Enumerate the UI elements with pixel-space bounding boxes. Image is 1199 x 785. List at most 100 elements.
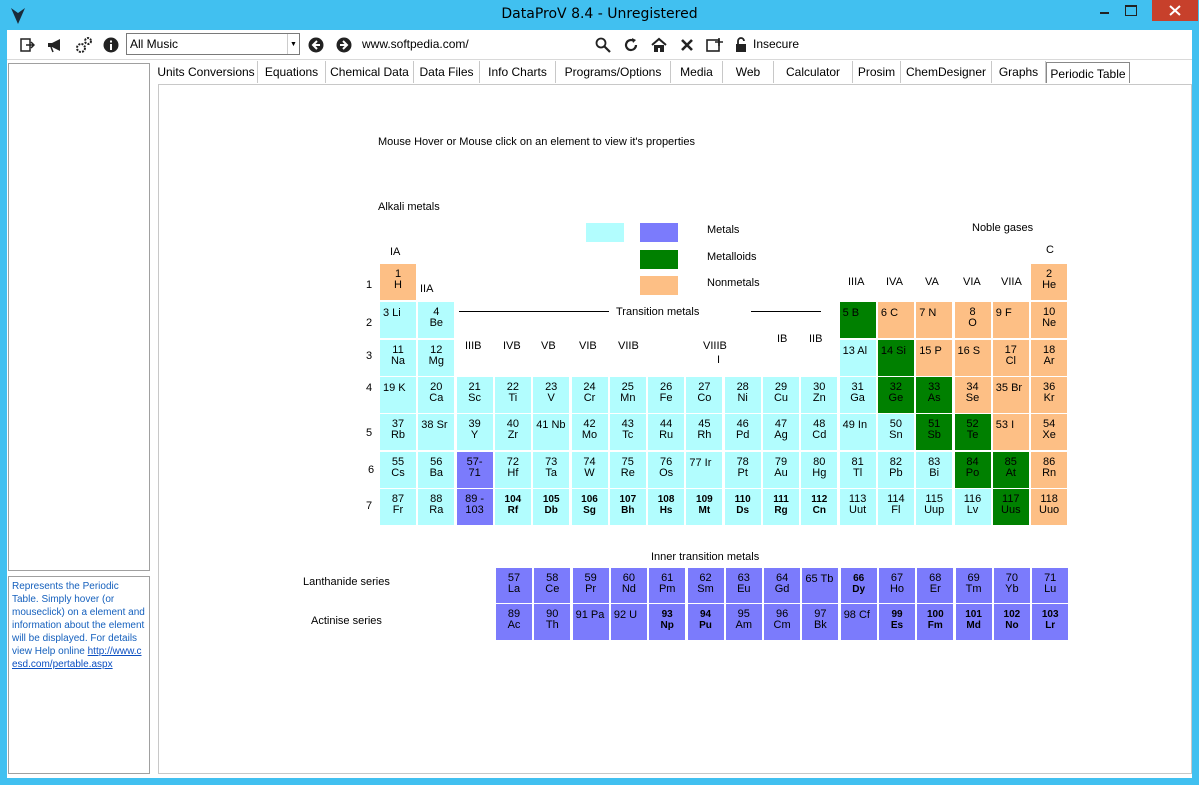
element-cell[interactable]: 49 In xyxy=(838,413,877,451)
element-cell[interactable]: 109 Mt xyxy=(685,488,724,526)
settings-gears-icon[interactable] xyxy=(74,35,94,55)
series-element-cell[interactable]: 63 Eu xyxy=(724,567,763,605)
element-cell[interactable]: 5 B xyxy=(838,301,877,339)
element-cell[interactable]: 108 Hs xyxy=(647,488,686,526)
series-element-cell[interactable]: 102 No xyxy=(992,603,1031,641)
element-cell[interactable]: 85 At xyxy=(991,451,1030,489)
tab-info-charts[interactable]: Info Charts xyxy=(480,61,556,83)
series-element-cell[interactable]: 66 Dy xyxy=(839,567,878,605)
element-cell[interactable]: 13 Al xyxy=(838,339,877,377)
element-cell[interactable]: 79 Au xyxy=(762,451,800,489)
close-window-button[interactable] xyxy=(1152,0,1198,21)
element-cell[interactable]: 117 Uus xyxy=(991,488,1030,526)
element-cell[interactable]: 41 Nb xyxy=(532,413,571,451)
element-cell[interactable]: 19 K xyxy=(379,376,417,414)
element-cell[interactable]: 3 Li xyxy=(379,301,417,339)
minimize-button[interactable] xyxy=(1090,0,1117,21)
element-cell[interactable]: 88 Ra xyxy=(417,488,456,526)
element-cell[interactable]: 36 Kr xyxy=(1030,376,1069,414)
element-cell[interactable]: 7 N xyxy=(915,301,954,339)
element-cell[interactable]: 28 Ni xyxy=(723,376,762,414)
element-cell[interactable]: 54 Xe xyxy=(1030,413,1069,451)
series-element-cell[interactable]: 59 Pr xyxy=(571,567,610,605)
element-cell[interactable]: 82 Pb xyxy=(876,451,915,489)
tab-chemical-data[interactable]: Chemical Data xyxy=(326,61,414,83)
element-cell[interactable]: 106 Sg xyxy=(570,488,609,526)
element-cell[interactable]: 4 Be xyxy=(417,301,456,339)
element-cell[interactable]: 34 Se xyxy=(953,376,992,414)
series-element-cell[interactable]: 92 U xyxy=(609,603,648,641)
element-cell[interactable]: 118 Uuo xyxy=(1030,488,1069,526)
series-element-cell[interactable]: 89 Ac xyxy=(495,603,533,641)
element-cell[interactable]: 83 Bi xyxy=(915,451,954,489)
element-cell[interactable]: 48 Cd xyxy=(800,413,839,451)
element-cell[interactable]: 30 Zn xyxy=(800,376,839,414)
element-cell[interactable]: 104 Rf xyxy=(493,488,532,526)
tab-web[interactable]: Web xyxy=(723,61,774,83)
element-cell[interactable]: 22 Ti xyxy=(493,376,532,414)
element-cell[interactable]: 23 V xyxy=(532,376,571,414)
element-cell[interactable]: 2 He xyxy=(1030,263,1069,301)
tab-graphs[interactable]: Graphs xyxy=(992,61,1046,83)
series-element-cell[interactable]: 62 Sm xyxy=(686,567,725,605)
series-element-cell[interactable]: 103 Lr xyxy=(1031,603,1070,641)
element-cell[interactable]: 35 Br xyxy=(991,376,1030,414)
maximize-button[interactable] xyxy=(1117,0,1144,21)
element-cell[interactable]: 40 Zr xyxy=(493,413,532,451)
tab-chemdesigner[interactable]: ChemDesigner xyxy=(901,61,992,83)
series-element-cell[interactable]: 68 Er xyxy=(916,567,955,605)
series-element-cell[interactable]: 100 Fm xyxy=(916,603,955,641)
back-icon[interactable] xyxy=(306,35,326,55)
element-cell[interactable]: 32 Ge xyxy=(876,376,915,414)
element-cell[interactable]: 16 S xyxy=(953,339,992,377)
chevron-down-icon[interactable]: ▼ xyxy=(287,34,299,54)
element-cell[interactable]: 38 Sr xyxy=(417,413,456,451)
element-cell[interactable]: 77 Ir xyxy=(685,451,724,489)
element-cell[interactable]: 115 Uup xyxy=(915,488,954,526)
element-cell[interactable]: 29 Cu xyxy=(762,376,800,414)
element-cell[interactable]: 26 Fe xyxy=(647,376,686,414)
element-cell[interactable]: 57- 71 xyxy=(455,451,494,489)
megaphone-icon[interactable] xyxy=(45,35,65,55)
new-tab-icon[interactable] xyxy=(705,35,725,55)
series-element-cell[interactable]: 94 Pu xyxy=(686,603,725,641)
element-cell[interactable]: 24 Cr xyxy=(570,376,609,414)
series-element-cell[interactable]: 93 Np xyxy=(648,603,687,641)
series-element-cell[interactable]: 60 Nd xyxy=(609,567,648,605)
series-element-cell[interactable]: 96 Cm xyxy=(763,603,802,641)
element-cell[interactable]: 75 Re xyxy=(608,451,647,489)
info-icon[interactable] xyxy=(101,35,121,55)
element-cell[interactable]: 17 Cl xyxy=(991,339,1030,377)
element-cell[interactable]: 51 Sb xyxy=(915,413,954,451)
element-cell[interactable]: 43 Tc xyxy=(608,413,647,451)
tab-calculator[interactable]: Calculator xyxy=(774,61,853,83)
tab-media[interactable]: Media xyxy=(671,61,723,83)
series-element-cell[interactable]: 97 Bk xyxy=(801,603,840,641)
search-icon[interactable] xyxy=(593,35,613,55)
element-cell[interactable]: 76 Os xyxy=(647,451,686,489)
element-cell[interactable]: 12 Mg xyxy=(417,339,456,377)
address-text[interactable]: www.softpedia.com/ xyxy=(362,37,469,51)
element-cell[interactable]: 14 Si xyxy=(876,339,915,377)
series-element-cell[interactable]: 91 Pa xyxy=(571,603,610,641)
category-dropdown[interactable]: All Music ▼ xyxy=(126,33,300,55)
element-cell[interactable]: 31 Ga xyxy=(838,376,877,414)
series-element-cell[interactable]: 90 Th xyxy=(533,603,572,641)
element-cell[interactable]: 25 Mn xyxy=(608,376,647,414)
element-cell[interactable]: 112 Cn xyxy=(800,488,839,526)
series-element-cell[interactable]: 98 Cf xyxy=(839,603,878,641)
element-cell[interactable]: 55 Cs xyxy=(379,451,417,489)
tab-data-files[interactable]: Data Files xyxy=(414,61,480,83)
tab-prosim[interactable]: Prosim xyxy=(853,61,901,83)
series-element-cell[interactable]: 64 Gd xyxy=(763,567,802,605)
element-cell[interactable]: 50 Sn xyxy=(876,413,915,451)
element-cell[interactable]: 8O xyxy=(953,301,992,339)
element-cell[interactable]: 87 Fr xyxy=(379,488,417,526)
element-cell[interactable]: 10 Ne xyxy=(1030,301,1069,339)
element-cell[interactable]: 113 Uut xyxy=(838,488,877,526)
tab-equations[interactable]: Equations xyxy=(258,61,326,83)
element-cell[interactable]: 72 Hf xyxy=(493,451,532,489)
element-cell[interactable]: 110 Ds xyxy=(723,488,762,526)
element-cell[interactable]: 21 Sc xyxy=(455,376,494,414)
element-cell[interactable]: 80 Hg xyxy=(800,451,839,489)
